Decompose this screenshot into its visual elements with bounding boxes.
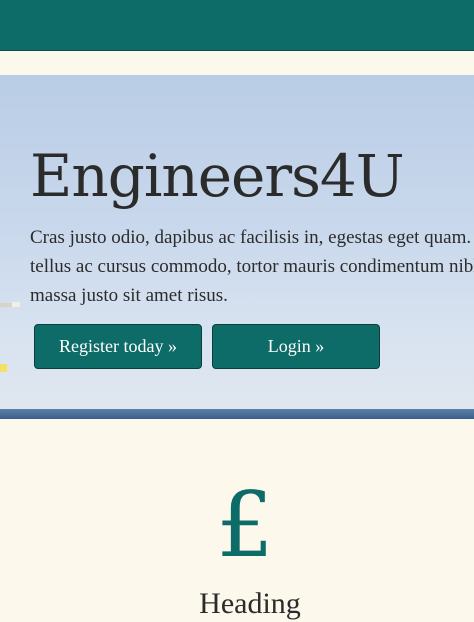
register-button[interactable]: Register today »: [34, 324, 202, 369]
hero-background-object: [0, 364, 7, 372]
hero-description-line: tellus ac cursus commodo, tortor mauris …: [30, 256, 474, 277]
hero-background-object: [0, 302, 20, 307]
feature-heading: Heading: [199, 587, 301, 620]
hero-description-line: massa justo sit amet risus.: [30, 285, 228, 306]
login-button[interactable]: Login »: [212, 324, 380, 369]
top-navbar: [0, 0, 474, 51]
hero-banner: Engineers4U Cras justo odio, dapibus ac …: [0, 75, 474, 419]
hero-description: Cras justo odio, dapibus ac facilisis in…: [30, 223, 474, 310]
hero-sea-horizon: [0, 409, 474, 419]
pound-sterling-icon: £: [216, 473, 274, 578]
hero-title: Engineers4U: [30, 142, 405, 210]
hero-description-line: Cras justo odio, dapibus ac facilisis in…: [30, 227, 474, 248]
